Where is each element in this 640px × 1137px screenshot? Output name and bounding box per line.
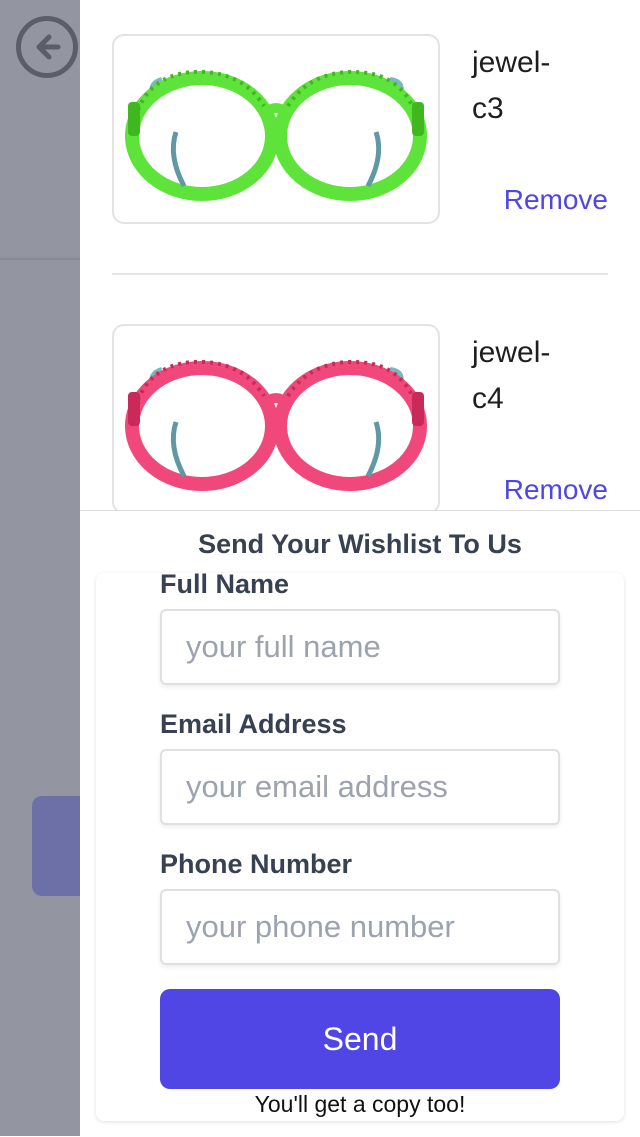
arrow-left-icon <box>36 34 61 60</box>
product-image[interactable] <box>112 34 440 224</box>
wishlist-item: jewel-c4 Remove <box>112 324 608 514</box>
product-name: jewel-c3 <box>472 46 551 125</box>
item-divider <box>112 273 608 275</box>
background-divider <box>0 258 80 260</box>
phone-label: Phone Number <box>160 849 353 879</box>
remove-button[interactable]: Remove <box>504 474 608 506</box>
email-label: Email Address <box>160 709 347 739</box>
phone-input[interactable] <box>160 889 560 965</box>
full-name-label: Full Name <box>160 569 290 599</box>
send-button[interactable]: Send <box>160 989 560 1089</box>
email-input[interactable] <box>160 749 560 825</box>
copy-note: You'll get a copy too! <box>254 1091 466 1117</box>
glasses-image <box>125 69 427 201</box>
wishlist-item: jewel-c3 Remove <box>112 34 608 224</box>
glasses-image <box>125 359 427 491</box>
product-name: jewel-c4 <box>472 336 551 415</box>
full-name-input[interactable] <box>160 609 560 685</box>
back-button[interactable] <box>16 16 78 78</box>
product-image[interactable] <box>112 324 440 514</box>
form-title: Send Your Wishlist To Us <box>198 529 522 559</box>
remove-button[interactable]: Remove <box>504 184 608 216</box>
wishlist-form-sheet: Send Your Wishlist To Us Full Name Email… <box>80 510 640 1137</box>
